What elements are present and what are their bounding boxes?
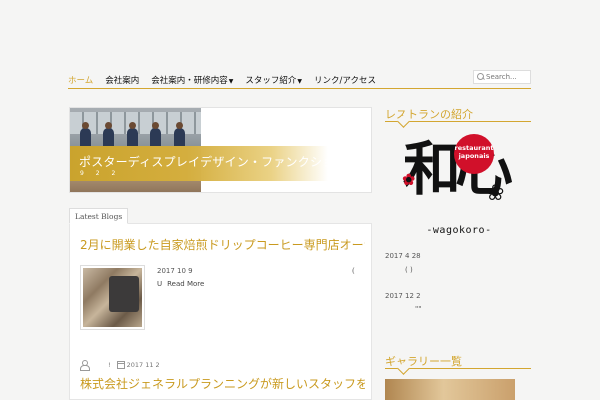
post-meta-date: 2017 11 2 (126, 360, 160, 369)
featured-meta-item: 2 (111, 170, 116, 177)
chevron-down-icon: ▼ (297, 78, 303, 85)
post-author[interactable]: ! (108, 361, 111, 369)
logo-badge-line: japonais (458, 152, 490, 160)
search-box (473, 70, 531, 84)
restaurant-logo[interactable]: 和心 restaurant japonais ✿ ❀ -wagokoro- (400, 132, 516, 240)
search-icon[interactable] (476, 72, 486, 82)
nav-item-training-label: 会社案内・研修内容 (151, 76, 228, 86)
featured-meta-item: 2 (95, 170, 100, 177)
user-icon (80, 360, 90, 371)
main-nav: ホーム 会社案内 会社案内・研修内容▼ スタッフ紹介▼ リンク/アクセス (68, 70, 531, 89)
featured-title[interactable]: ポスターディスプレイデザイン・ファンクション・ブロ2オープン (79, 153, 371, 170)
featured-meta: 9 2 2 (80, 170, 125, 177)
gallery-image[interactable] (385, 379, 515, 400)
nav-item-access[interactable]: リンク/アクセス (314, 70, 376, 87)
blog-list: 2月に開業した自家焙煎ドリップコーヒー専門店オーナー3月に出店 2017 10 … (69, 223, 372, 400)
nav-item-training[interactable]: 会社案内・研修内容▼ (151, 70, 233, 88)
nav-item-staff[interactable]: スタッフ紹介▼ (245, 70, 302, 88)
post-thumbnail[interactable] (80, 265, 145, 330)
sidebar-text: ( ) (405, 266, 413, 274)
sidebar-text: 2017 4 28 (385, 252, 421, 260)
sidebar-text: 2017 12 2 (385, 292, 421, 300)
post-thumbnail-image (83, 268, 142, 327)
featured-meta-item: 9 (80, 170, 84, 177)
nav-item-staff-label: スタッフ紹介 (245, 76, 297, 86)
sidebar-heading: レストランの紹介 (385, 106, 531, 122)
post-title[interactable]: 2月に開業した自家焙煎ドリップコーヒー専門店オーナー3月に出店 (80, 236, 365, 253)
post-comments: ( (352, 267, 355, 275)
post-excerpt-text: U (157, 280, 163, 288)
post-meta-row: ! 2017 11 2 (80, 360, 160, 371)
post-title[interactable]: 株式会社ジェネラルプランニングが新しいスタッフを募集しています (80, 375, 365, 395)
sidebar-heading: ギャラリー一覧 (385, 353, 531, 369)
post-excerpt: U Read More (157, 280, 204, 288)
featured-caption: ポスターディスプレイデザイン・ファンクション・ブロ2オープン 9 2 2 (70, 146, 371, 181)
nav-item-company[interactable]: 会社案内 (105, 70, 139, 87)
nav-item-home[interactable]: ホーム (68, 70, 93, 87)
logo-badge: restaurant japonais (454, 134, 494, 174)
search-input[interactable] (486, 73, 530, 81)
logo-subtitle: -wagokoro- (426, 225, 492, 236)
flower-icon: ✿ (402, 170, 416, 189)
calendar-icon (116, 360, 125, 369)
sidebar-text: "" (415, 305, 422, 313)
featured-slider[interactable]: ポスターディスプレイデザイン・ファンクション・ブロ2オープン 9 2 2 (69, 107, 372, 193)
chevron-down-icon: ▼ (228, 78, 234, 85)
logo-badge-line: restaurant (454, 144, 494, 152)
tab-latest-blogs[interactable]: Latest Blogs (69, 208, 129, 224)
read-more-link[interactable]: Read More (167, 280, 204, 288)
post-date: 2017 10 9 (157, 267, 193, 275)
flower-icon: ❀ (486, 181, 505, 206)
page: ホーム 会社案内 会社案内・研修内容▼ スタッフ紹介▼ リンク/アクセス ポスタ… (0, 0, 600, 400)
